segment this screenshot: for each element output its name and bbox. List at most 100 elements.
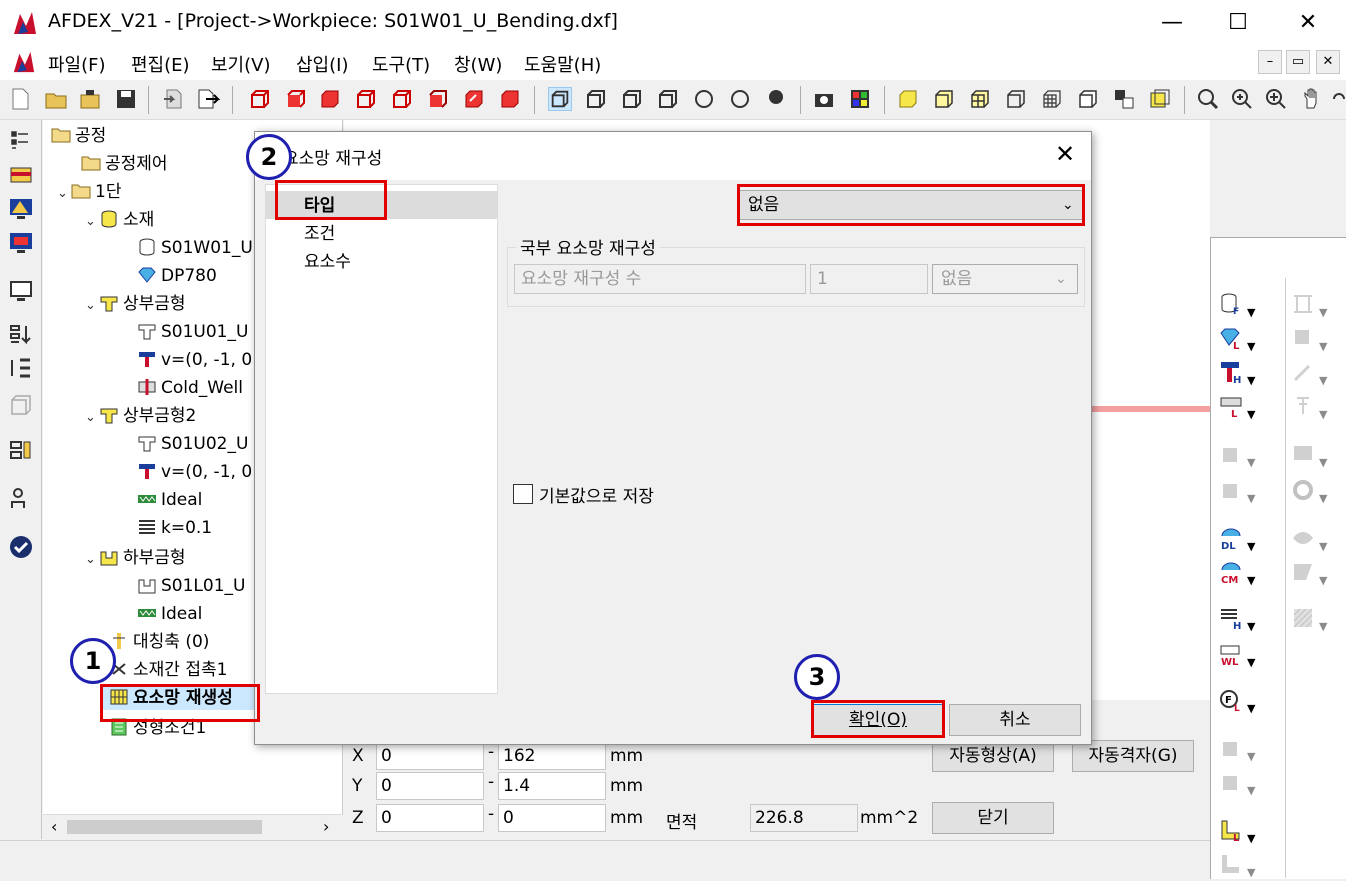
- chevron-down-icon[interactable]: ⌄: [57, 182, 71, 206]
- tree-node-symmetry[interactable]: 대칭축 (0): [109, 630, 209, 654]
- material-property-button[interactable]: F ▼: [1219, 292, 1265, 320]
- cube-outline-icon[interactable]: [932, 87, 956, 111]
- dropdown-arrow-icon[interactable]: ▼: [1247, 408, 1255, 421]
- dropdown-arrow-icon[interactable]: ▼: [1247, 620, 1255, 633]
- color-map-icon[interactable]: [848, 87, 872, 111]
- sort-down-icon[interactable]: [8, 322, 34, 348]
- y-min-field[interactable]: 0: [376, 772, 484, 800]
- tree-node-material-file[interactable]: S01W01_U: [137, 236, 253, 260]
- tool-l-button[interactable]: L ▼: [1219, 818, 1265, 846]
- dropdown-arrow-icon[interactable]: ▼: [1247, 540, 1255, 553]
- z-min-field[interactable]: 0: [376, 804, 484, 832]
- tree-node-upper-die-velocity[interactable]: v=(0, -1, 0: [137, 348, 252, 372]
- rotate-down-icon[interactable]: [656, 87, 680, 111]
- tree-node-material[interactable]: ⌄ 소재: [85, 208, 154, 232]
- cube-section-icon[interactable]: [498, 87, 522, 111]
- menu-tools[interactable]: 도구(T): [372, 51, 430, 77]
- sort-left-icon[interactable]: [8, 356, 34, 382]
- zoom-in-icon[interactable]: [1230, 87, 1254, 111]
- swap-icon[interactable]: [1112, 87, 1136, 111]
- menu-view[interactable]: 보기(V): [211, 51, 270, 77]
- tree-node-lower-die-file[interactable]: S01L01_U: [137, 574, 245, 598]
- tree-node-material-grade[interactable]: DP780: [137, 264, 217, 288]
- zoom-window-icon[interactable]: [1196, 87, 1220, 111]
- check-icon[interactable]: [8, 534, 34, 560]
- zoom-fit-icon[interactable]: [1264, 87, 1288, 111]
- menu-edit[interactable]: 편집(E): [131, 51, 190, 77]
- user-add-icon[interactable]: [8, 486, 34, 512]
- dialog-close-button[interactable]: ✕: [1055, 140, 1075, 168]
- tree-node-upper-die2-spring[interactable]: k=0.1: [137, 516, 212, 540]
- cancel-button[interactable]: 취소: [949, 704, 1081, 736]
- cube-cut-icon[interactable]: [462, 87, 486, 111]
- fl-button[interactable]: F L ▼: [1219, 688, 1265, 716]
- hammer-h-button[interactable]: H ▼: [1219, 360, 1265, 388]
- dropdown-arrow-icon[interactable]: ▼: [1247, 574, 1255, 587]
- camera-icon[interactable]: [812, 87, 836, 111]
- dropdown-arrow-icon[interactable]: ▼: [1247, 702, 1255, 715]
- export-icon[interactable]: [196, 87, 220, 111]
- mdi-close-button[interactable]: ✕: [1316, 50, 1340, 74]
- save-icon[interactable]: [114, 87, 138, 111]
- rotate-right-icon[interactable]: [584, 87, 608, 111]
- chevron-down-icon[interactable]: ⌄: [85, 210, 99, 234]
- chevron-down-icon[interactable]: ⌄: [85, 406, 99, 430]
- pan-hand-icon[interactable]: [1300, 87, 1324, 111]
- rotate-up-icon[interactable]: [620, 87, 644, 111]
- view-head-icon[interactable]: [764, 87, 788, 111]
- scroll-thumb[interactable]: [67, 820, 262, 834]
- tree-node-root[interactable]: 공정: [51, 124, 106, 148]
- x-min-field[interactable]: 0: [376, 742, 484, 770]
- y-max-field[interactable]: 1.4: [498, 772, 606, 800]
- layers-icon[interactable]: [1148, 87, 1172, 111]
- rotate-view-icon[interactable]: [1332, 87, 1346, 111]
- condition-l-button[interactable]: L ▼: [1219, 394, 1265, 422]
- tree-node-process-control[interactable]: 공정제어: [81, 152, 168, 176]
- cube-yellow-icon[interactable]: [896, 87, 920, 111]
- tree-node-upper-die[interactable]: ⌄ 상부금형: [85, 292, 186, 316]
- die-icon[interactable]: [8, 162, 34, 188]
- tree-node-contact[interactable]: 소재간 접촉1: [109, 658, 227, 682]
- menu-file[interactable]: 파일(F): [48, 51, 106, 77]
- z-max-field[interactable]: 0: [498, 804, 606, 832]
- dl-button[interactable]: DL ▼: [1219, 526, 1265, 554]
- menu-insert[interactable]: 삽입(I): [296, 51, 348, 77]
- tree-node-stage1[interactable]: ⌄ 1단: [57, 180, 121, 204]
- rotate-ccw-icon[interactable]: [692, 87, 716, 111]
- minimize-button[interactable]: —: [1152, 8, 1192, 38]
- rotate-cw-icon[interactable]: [728, 87, 752, 111]
- x-max-field[interactable]: 162: [498, 742, 606, 770]
- open-folder-icon[interactable]: [44, 87, 68, 111]
- wl-button[interactable]: WL ▼: [1219, 642, 1265, 670]
- tree-node-upper-die2[interactable]: ⌄ 상부금형2: [85, 404, 196, 428]
- cube-wire-icon[interactable]: [248, 87, 272, 111]
- import-icon[interactable]: [162, 87, 186, 111]
- tree-node-lower-die-friction[interactable]: Ideal: [137, 602, 202, 626]
- scroll-left-icon[interactable]: ‹: [51, 817, 57, 836]
- tree-node-upper-die-condition[interactable]: Cold_Well: [137, 376, 243, 400]
- chevron-down-icon[interactable]: ⌄: [85, 548, 99, 572]
- dropdown-arrow-icon[interactable]: ▼: [1247, 656, 1255, 669]
- dropdown-arrow-icon[interactable]: ▼: [1247, 832, 1255, 845]
- cube-right-icon[interactable]: [354, 87, 378, 111]
- tree-horizontal-scrollbar[interactable]: ‹ ›: [43, 814, 343, 840]
- cube-fill-icon[interactable]: [426, 87, 450, 111]
- monitor-red-icon[interactable]: [8, 230, 34, 256]
- maximize-button[interactable]: ☐: [1218, 8, 1258, 38]
- cube-top-icon[interactable]: [390, 87, 414, 111]
- align-icon[interactable]: [8, 438, 34, 464]
- cube-hidden-icon[interactable]: [1076, 87, 1100, 111]
- monitor-color-icon[interactable]: [8, 196, 34, 222]
- dropdown-arrow-icon[interactable]: ▼: [1247, 306, 1255, 319]
- scroll-right-icon[interactable]: ›: [323, 817, 329, 836]
- tree-node-upper-die2-velocity[interactable]: v=(0, -1, 0: [137, 460, 252, 484]
- tree-view-icon[interactable]: [8, 128, 34, 154]
- open-project-icon[interactable]: [78, 87, 102, 111]
- monitor-icon[interactable]: [8, 278, 34, 304]
- cube-solid-icon[interactable]: [318, 87, 342, 111]
- nav-item-condition[interactable]: 조건: [304, 219, 335, 244]
- material-l-button[interactable]: L ▼: [1219, 326, 1265, 354]
- mdi-restore-button[interactable]: ▭: [1286, 50, 1310, 74]
- dropdown-arrow-icon[interactable]: ▼: [1247, 374, 1255, 387]
- new-file-icon[interactable]: [8, 87, 32, 111]
